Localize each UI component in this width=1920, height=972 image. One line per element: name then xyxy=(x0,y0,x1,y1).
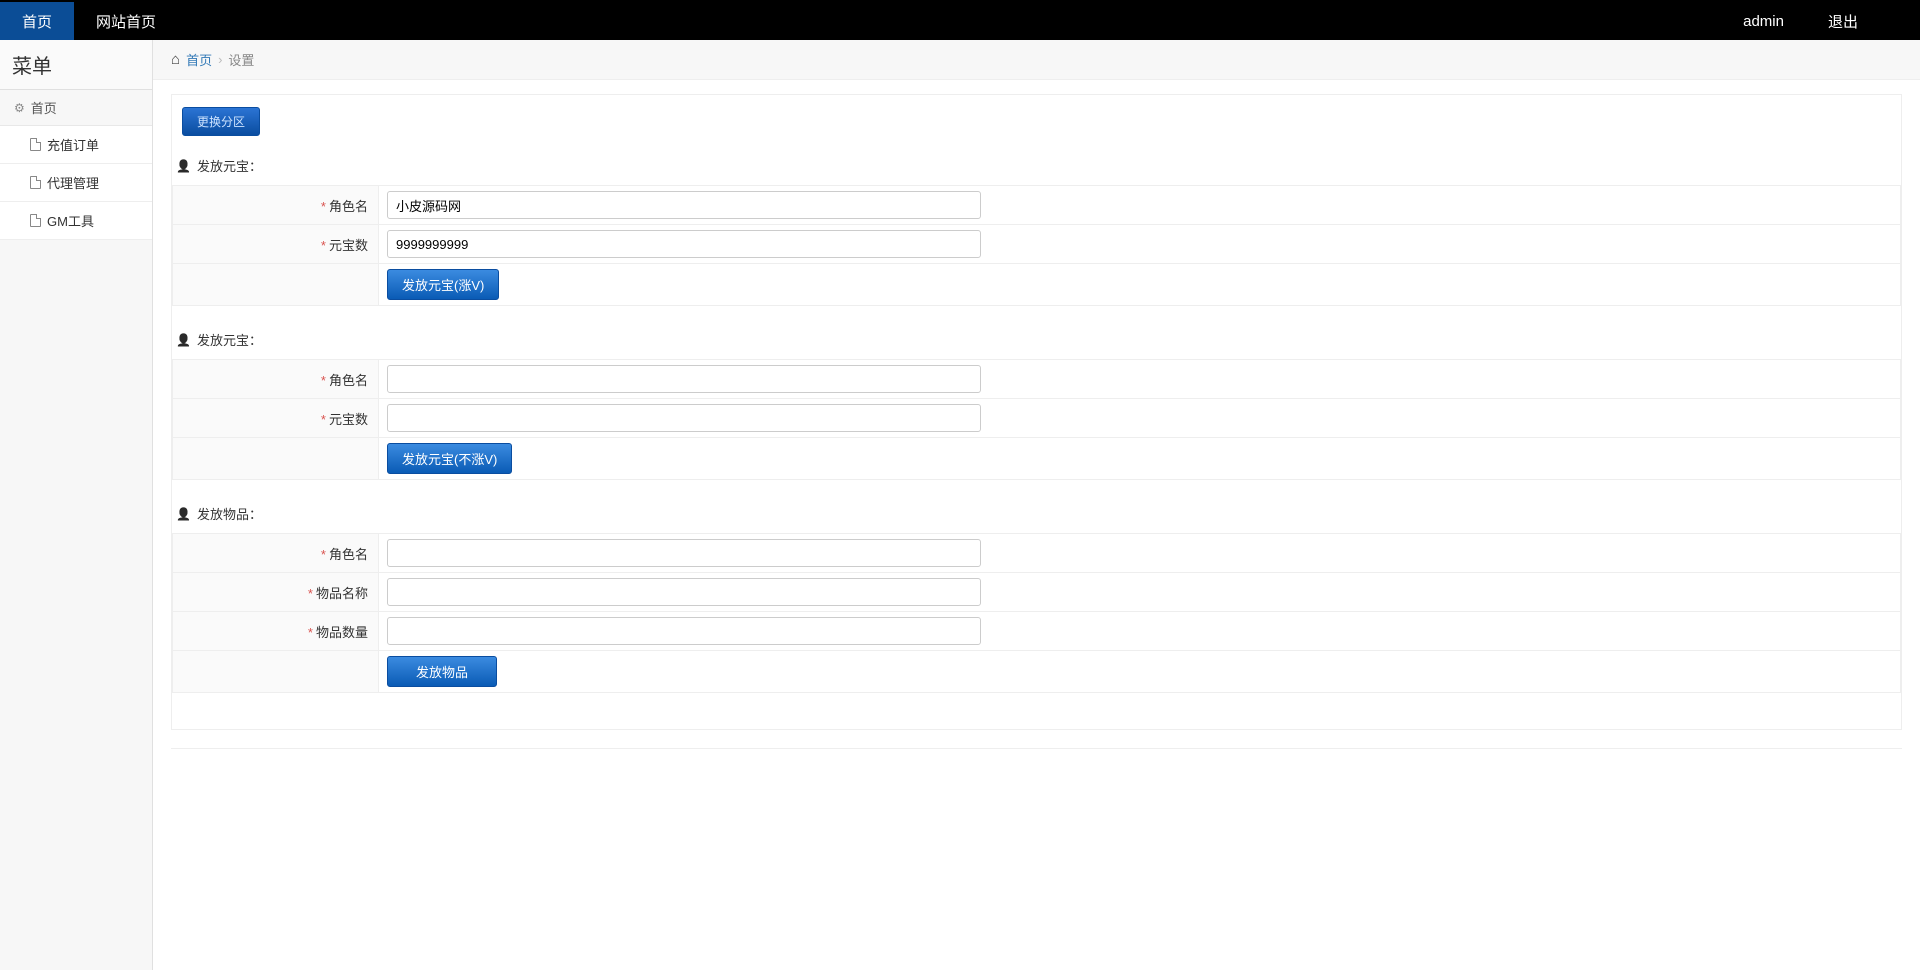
gear-icon xyxy=(14,100,25,115)
main: 首页 › 设置 更换分区 发放元宝： *角色名 *元宝数 xyxy=(153,40,1920,970)
section1-title: 发放元宝： xyxy=(197,156,262,175)
breadcrumb: 首页 › 设置 xyxy=(153,40,1920,80)
section3-item-input[interactable] xyxy=(387,578,981,606)
section1-role-input[interactable] xyxy=(387,191,981,219)
top-nav-right: admin 退出 xyxy=(1721,2,1920,40)
file-icon xyxy=(30,176,41,189)
sidebar-item-label: GM工具 xyxy=(47,211,94,230)
section3-title: 发放物品： xyxy=(197,504,262,523)
nav-logout[interactable]: 退出 xyxy=(1806,2,1880,40)
section3-item-label: *物品名称 xyxy=(173,573,379,612)
nav-home[interactable]: 首页 xyxy=(0,2,74,40)
sidebar-section-label: 首页 xyxy=(31,98,57,117)
section2-role-label: *角色名 xyxy=(173,360,379,399)
breadcrumb-separator: › xyxy=(218,52,222,67)
nav-user[interactable]: admin xyxy=(1721,2,1806,40)
sidebar-item-recharge[interactable]: 充值订单 xyxy=(0,126,152,164)
section1-amount-label: *元宝数 xyxy=(173,225,379,264)
section3-role-input[interactable] xyxy=(387,539,981,567)
file-icon xyxy=(30,214,41,227)
sidebar-item-gmtool[interactable]: GM工具 xyxy=(0,202,152,240)
panel: 更换分区 发放元宝： *角色名 *元宝数 xyxy=(171,94,1902,730)
home-icon xyxy=(171,51,180,68)
section1-head: 发放元宝： xyxy=(172,150,1901,185)
section2-amount-input[interactable] xyxy=(387,404,981,432)
person-icon xyxy=(176,332,191,347)
section2-title: 发放元宝： xyxy=(197,330,262,349)
breadcrumb-home-link[interactable]: 首页 xyxy=(186,50,212,69)
file-icon xyxy=(30,138,41,151)
section1-role-label: *角色名 xyxy=(173,186,379,225)
section2-amount-label: *元宝数 xyxy=(173,399,379,438)
sidebar-list: 充值订单 代理管理 GM工具 xyxy=(0,126,152,240)
section3-role-label: *角色名 xyxy=(173,534,379,573)
sidebar-item-agent[interactable]: 代理管理 xyxy=(0,164,152,202)
section2-form: *角色名 *元宝数 发放元宝(不涨V) xyxy=(172,359,1901,480)
section3-head: 发放物品： xyxy=(172,498,1901,533)
section2-submit-button[interactable]: 发放元宝(不涨V) xyxy=(387,443,512,474)
section2-head: 发放元宝： xyxy=(172,324,1901,359)
section3-qty-input[interactable] xyxy=(387,617,981,645)
nav-site-home[interactable]: 网站首页 xyxy=(74,2,178,40)
section1-form: *角色名 *元宝数 发放元宝(涨V) xyxy=(172,185,1901,306)
section3-submit-button[interactable]: 发放物品 xyxy=(387,656,497,687)
divider xyxy=(171,748,1902,749)
sidebar-item-label: 充值订单 xyxy=(47,135,99,154)
section1-submit-button[interactable]: 发放元宝(涨V) xyxy=(387,269,499,300)
person-icon xyxy=(176,506,191,521)
change-zone-button[interactable]: 更换分区 xyxy=(182,107,260,136)
top-nav: 首页 网站首页 admin 退出 xyxy=(0,0,1920,40)
section3-form: *角色名 *物品名称 *物品数量 发放物品 xyxy=(172,533,1901,693)
section2-role-input[interactable] xyxy=(387,365,981,393)
sidebar-section-home[interactable]: 首页 xyxy=(0,90,152,126)
breadcrumb-current: 设置 xyxy=(228,50,254,69)
sidebar: 菜单 首页 充值订单 代理管理 GM工具 xyxy=(0,40,153,970)
sidebar-title: 菜单 xyxy=(0,40,152,90)
person-icon xyxy=(176,158,191,173)
section1-amount-input[interactable] xyxy=(387,230,981,258)
top-nav-left: 首页 网站首页 xyxy=(0,2,1721,40)
section3-qty-label: *物品数量 xyxy=(173,612,379,651)
sidebar-item-label: 代理管理 xyxy=(47,173,99,192)
